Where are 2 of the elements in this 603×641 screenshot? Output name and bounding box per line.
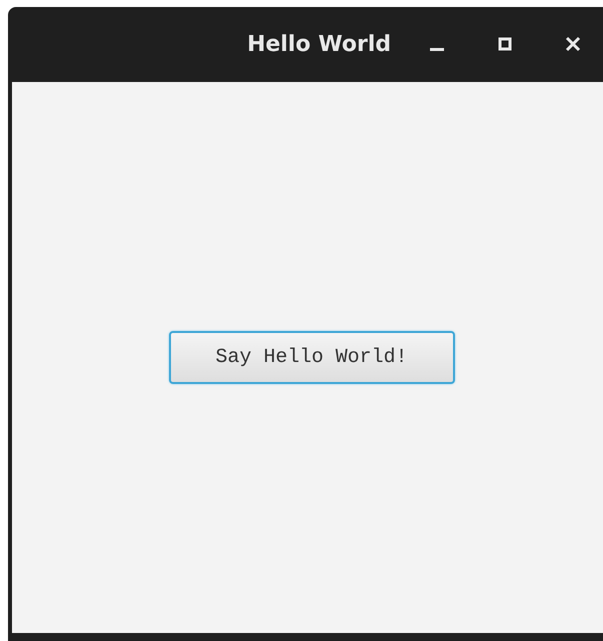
say-hello-button[interactable]: Say Hello World! bbox=[168, 331, 454, 384]
window-title: Hello World bbox=[247, 32, 391, 57]
